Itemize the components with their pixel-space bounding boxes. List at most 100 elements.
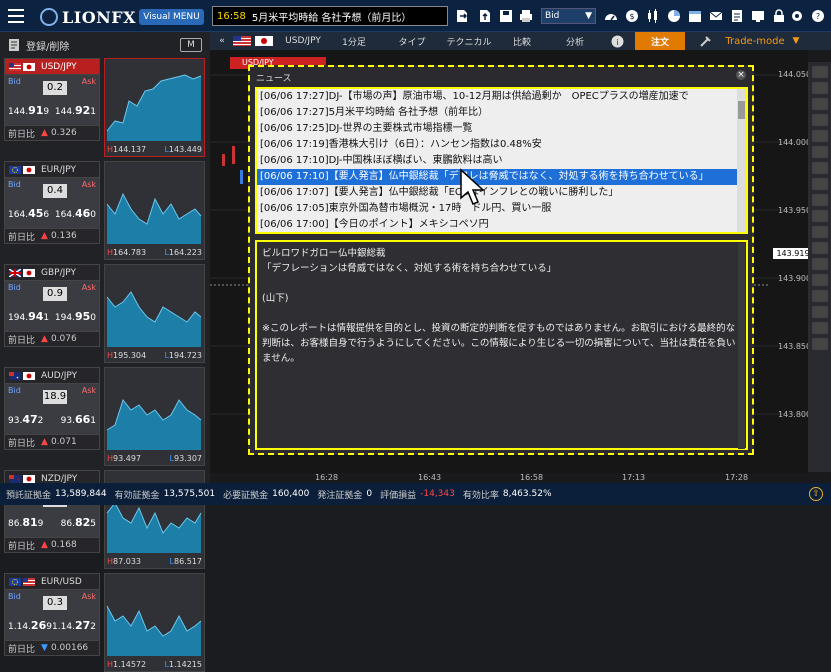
mini-chart[interactable]: H1.14572 L1.14215: [104, 573, 205, 672]
news-list-item[interactable]: [06/06 17:27]5月米平均時給 各社予想（前年比）: [257, 105, 746, 121]
speedometer-icon[interactable]: [604, 9, 618, 23]
flag-usd-icon: [23, 577, 35, 586]
ellipse-tool-icon[interactable]: [811, 194, 828, 206]
bid-price-button[interactable]: 194.941: [8, 310, 49, 323]
news-list-item[interactable]: [06/06 17:19]香港株大引け（6日）：ハンセン指数は0.48%安: [257, 137, 746, 153]
rate-card[interactable]: USD/JPY Bid Ask 0.2 144.919 144.921 前日比 ▲ 0.326: [4, 58, 100, 157]
register-delete-label[interactable]: 登録/削除: [26, 38, 69, 53]
tab-analysis[interactable]: 分析: [555, 32, 595, 50]
bid-price-button[interactable]: 93.472: [8, 413, 43, 426]
zoom-in-icon[interactable]: [811, 290, 828, 302]
hline-tool-icon[interactable]: [811, 98, 828, 110]
info-icon[interactable]: i: [610, 32, 624, 50]
menu-icon[interactable]: [8, 9, 24, 23]
scroll-down-icon[interactable]: [811, 338, 828, 350]
print-icon[interactable]: [519, 9, 533, 23]
trendline-tool-icon[interactable]: [811, 82, 828, 94]
visual-menu-button[interactable]: Visual MENU: [139, 9, 204, 25]
rate-card[interactable]: AUD/JPY Bid Ask 18.9 93.472 93.661 前日比 ▲ 0.071: [4, 367, 100, 466]
text-tool-icon[interactable]: [811, 162, 828, 174]
article-scrollbar[interactable]: [738, 243, 745, 449]
news-list-item[interactable]: [06/06 16:58]5月米平均時給 各社予想（前月比）: [257, 233, 746, 234]
collapse-sidebar-icon[interactable]: «: [216, 32, 228, 50]
news-list-scrollbar[interactable]: [737, 89, 746, 232]
ask-price-button[interactable]: 144.921: [55, 104, 96, 117]
currency-pair-eurusd[interactable]: EUR/USD Bid Ask 0.3 1.14.269 1.14.272 前日比 ▼ 0.00…: [4, 573, 205, 672]
time-tick-label: 17:13: [622, 473, 646, 482]
arrow-tool-icon[interactable]: [811, 210, 828, 222]
currency-pair-audjpy[interactable]: AUD/JPY Bid Ask 18.9 93.472 93.661 前日比 ▲ 0.071 H9…: [4, 367, 205, 466]
crosshair-tool-icon[interactable]: [811, 66, 828, 78]
rate-card[interactable]: GBP/JPY Bid Ask 0.9 194.941 194.950 前日比 ▲ 0.076: [4, 264, 100, 363]
candlestick-icon[interactable]: [646, 9, 660, 23]
lock-icon[interactable]: [772, 9, 786, 23]
bid-price-button[interactable]: 144.919: [8, 104, 49, 117]
gear-icon[interactable]: [790, 9, 804, 23]
tab-compare[interactable]: 比較: [502, 32, 542, 50]
save-icon[interactable]: [499, 9, 513, 23]
status-value: -14,343: [420, 489, 455, 499]
tab-technical[interactable]: テクニカル: [441, 32, 497, 50]
account-status-bar: 預託証拠金 13,589,844 有効証拠金 13,575,501 必要証拠金 160,4…: [0, 483, 831, 505]
ask-price-button[interactable]: 194.950: [55, 310, 96, 323]
scrollbar-thumb[interactable]: [738, 101, 745, 119]
eraser-tool-icon[interactable]: [811, 226, 828, 238]
bid-ask-select[interactable]: Bid ▼: [541, 8, 596, 24]
mail-icon[interactable]: [709, 9, 723, 23]
bid-price-button[interactable]: 1.14.269: [8, 619, 52, 632]
login-icon[interactable]: [455, 9, 469, 23]
channel-tool-icon[interactable]: [811, 130, 828, 142]
news-list-item[interactable]: [06/06 17:10]【要人発言】仏中銀総裁「デフレは脅威ではなく、対処する…: [257, 169, 746, 185]
lock-tool-icon[interactable]: [811, 242, 828, 254]
close-icon[interactable]: ×: [736, 70, 746, 80]
news-list-item[interactable]: [06/06 17:27]DJ-【市場の声】原油市場、10-12月期は供給過剰か…: [257, 89, 746, 105]
edit-list-icon[interactable]: [8, 38, 22, 52]
tab-type[interactable]: タイプ: [392, 32, 432, 50]
mini-chart[interactable]: H93.497 L93.307: [104, 367, 205, 466]
mini-chart[interactable]: H195.304 L194.723: [104, 264, 205, 363]
document-icon[interactable]: [730, 9, 744, 23]
change-label: 前日比: [8, 129, 36, 140]
currency-pair-usdjpy[interactable]: USD/JPY Bid Ask 0.2 144.919 144.921 前日比 ▲ 0.326 H…: [4, 58, 205, 157]
currency-pair-gbpjpy[interactable]: GBP/JPY Bid Ask 0.9 194.941 194.950 前日比 ▲ 0.076 H…: [4, 264, 205, 363]
fibonacci-tool-icon[interactable]: [811, 146, 828, 158]
mini-chart[interactable]: H164.783 L164.223: [104, 161, 205, 260]
rate-card[interactable]: EUR/USD Bid Ask 0.3 1.14.269 1.14.272 前日比 ▼ 0.00…: [4, 573, 100, 672]
calendar-icon[interactable]: [688, 9, 702, 23]
ask-price-button[interactable]: 86.825: [61, 516, 96, 529]
ask-price-button[interactable]: 1.14.272: [52, 619, 96, 632]
news-list-item[interactable]: [06/06 17:00]【今日のポイント】メキシコペソ円: [257, 217, 746, 232]
trade-mode-toggle[interactable]: Trade-mode: [720, 32, 790, 50]
symbol-select[interactable]: USD/JPY: [276, 32, 330, 50]
magnet-tool-icon[interactable]: [811, 258, 828, 270]
help-icon[interactable]: ?: [811, 9, 825, 23]
rectangle-tool-icon[interactable]: [811, 178, 828, 190]
news-list-item[interactable]: [06/06 17:05]東京外国為替市場概況・17時 ドル円、買い一服: [257, 201, 746, 217]
caret-down-icon[interactable]: ▼: [790, 32, 802, 50]
news-list-item[interactable]: [06/06 17:10]DJ-中国株ほぼ横ばい、東鵬飲料は高い: [257, 153, 746, 169]
order-button[interactable]: 注文: [635, 32, 685, 50]
news-list-item[interactable]: [06/06 17:07]【要人発言】仏中銀総裁「ECBはインフレとの戦いに勝利…: [257, 185, 746, 201]
export-icon[interactable]: [478, 9, 492, 23]
scroll-up-icon[interactable]: [811, 322, 828, 334]
vline-tool-icon[interactable]: [811, 114, 828, 126]
bid-price-button[interactable]: 164.456: [8, 207, 49, 220]
sparkline-area: [107, 503, 201, 553]
news-list-item[interactable]: [06/06 17:25]DJ-世界の主要株式市場指標一覧: [257, 121, 746, 137]
change-row: 前日比 ▲ 0.136: [4, 228, 100, 244]
bid-price-button[interactable]: 86.819: [8, 516, 43, 529]
period-select[interactable]: 1分足: [334, 32, 374, 50]
rate-card[interactable]: EUR/JPY Bid Ask 0.4 164.456 164.460 前日比 ▲ 0.136: [4, 161, 100, 260]
expand-up-icon[interactable]: ⇧: [809, 487, 823, 501]
currency-pair-eurjpy[interactable]: EUR/JPY Bid Ask 0.4 164.456 164.460 前日比 ▲ 0.136 H…: [4, 161, 205, 260]
news-ticker[interactable]: 16:58 5月米平均時給 各社予想（前月比）: [212, 6, 448, 26]
settings-tool-icon[interactable]: [811, 274, 828, 286]
rate-icon[interactable]: $: [625, 9, 639, 23]
ask-price-button[interactable]: 93.661: [61, 413, 96, 426]
pie-chart-icon[interactable]: [667, 9, 681, 23]
display-settings-icon[interactable]: [751, 9, 765, 23]
ask-price-button[interactable]: 164.460: [55, 207, 96, 220]
mini-chart[interactable]: H144.137 L143.449: [104, 58, 205, 157]
zoom-out-icon[interactable]: [811, 306, 828, 318]
mode-toggle-button[interactable]: M: [180, 38, 202, 52]
